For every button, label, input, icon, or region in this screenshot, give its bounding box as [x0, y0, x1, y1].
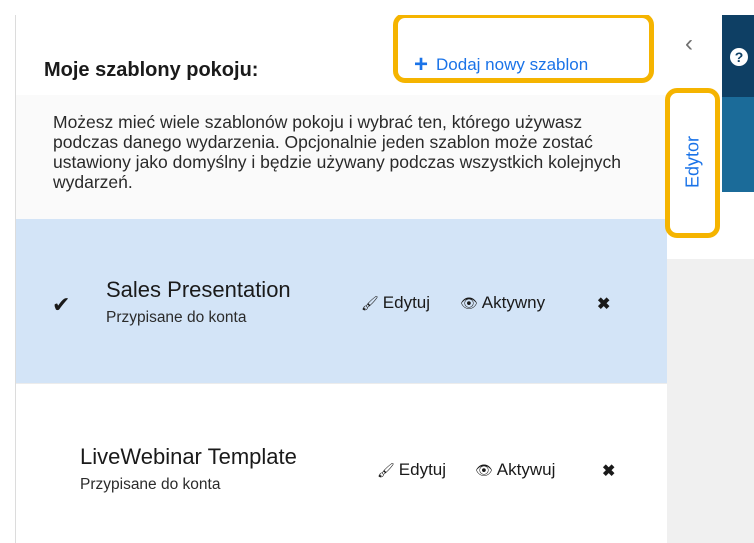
- side-background: [667, 259, 754, 543]
- activate-button[interactable]: 👁 Aktywuj: [475, 460, 555, 480]
- help-icon[interactable]: ?: [730, 48, 748, 66]
- eye-icon: 👁: [475, 461, 493, 478]
- template-name: Sales Presentation: [106, 277, 291, 302]
- panel-title: Moje szablony pokoju:: [44, 59, 259, 81]
- delete-icon[interactable]: ✖: [602, 461, 615, 481]
- description-box: Możesz mieć wiele szablonów pokoju i wyb…: [16, 95, 667, 219]
- plus-icon: +: [414, 51, 429, 78]
- brush-icon: 🖌: [361, 294, 379, 311]
- app-background-strip: [722, 15, 754, 192]
- chevron-left-icon[interactable]: ‹: [685, 30, 693, 58]
- add-template-button[interactable]: + Dodaj nowy szablon: [414, 51, 588, 79]
- tab-editor[interactable]: Edytor: [668, 90, 718, 235]
- edit-label: Edytuj: [382, 293, 431, 312]
- status-button[interactable]: 👁 Aktywny: [460, 293, 545, 313]
- description-text: Możesz mieć wiele szablonów pokoju i wyb…: [53, 112, 622, 192]
- add-template-label: Dodaj nowy szablon: [436, 55, 589, 74]
- eye-icon: 👁: [460, 294, 478, 311]
- brush-icon: 🖌: [377, 461, 395, 478]
- status-label: Aktywny: [481, 293, 546, 312]
- template-subtitle: Przypisane do konta: [106, 309, 247, 326]
- panel-header: Moje szablony pokoju: + Dodaj nowy szabl…: [16, 15, 667, 95]
- template-subtitle: Przypisane do konta: [80, 476, 221, 493]
- template-row[interactable]: ✔ Sales Presentation Przypisane do konta…: [16, 219, 667, 383]
- checkmark-icon: ✔: [52, 292, 71, 317]
- activate-label: Aktywuj: [496, 460, 556, 479]
- room-templates-panel: Moje szablony pokoju: + Dodaj nowy szabl…: [15, 15, 667, 543]
- template-row[interactable]: LiveWebinar Template Przypisane do konta…: [16, 383, 667, 543]
- edit-label: Edytuj: [398, 460, 447, 479]
- delete-icon[interactable]: ✖: [597, 294, 610, 314]
- template-name: LiveWebinar Template: [80, 444, 297, 469]
- edit-button[interactable]: 🖌 Edytuj: [361, 293, 430, 313]
- tab-editor-label: Edytor: [682, 135, 703, 189]
- edit-button[interactable]: 🖌 Edytuj: [377, 460, 446, 480]
